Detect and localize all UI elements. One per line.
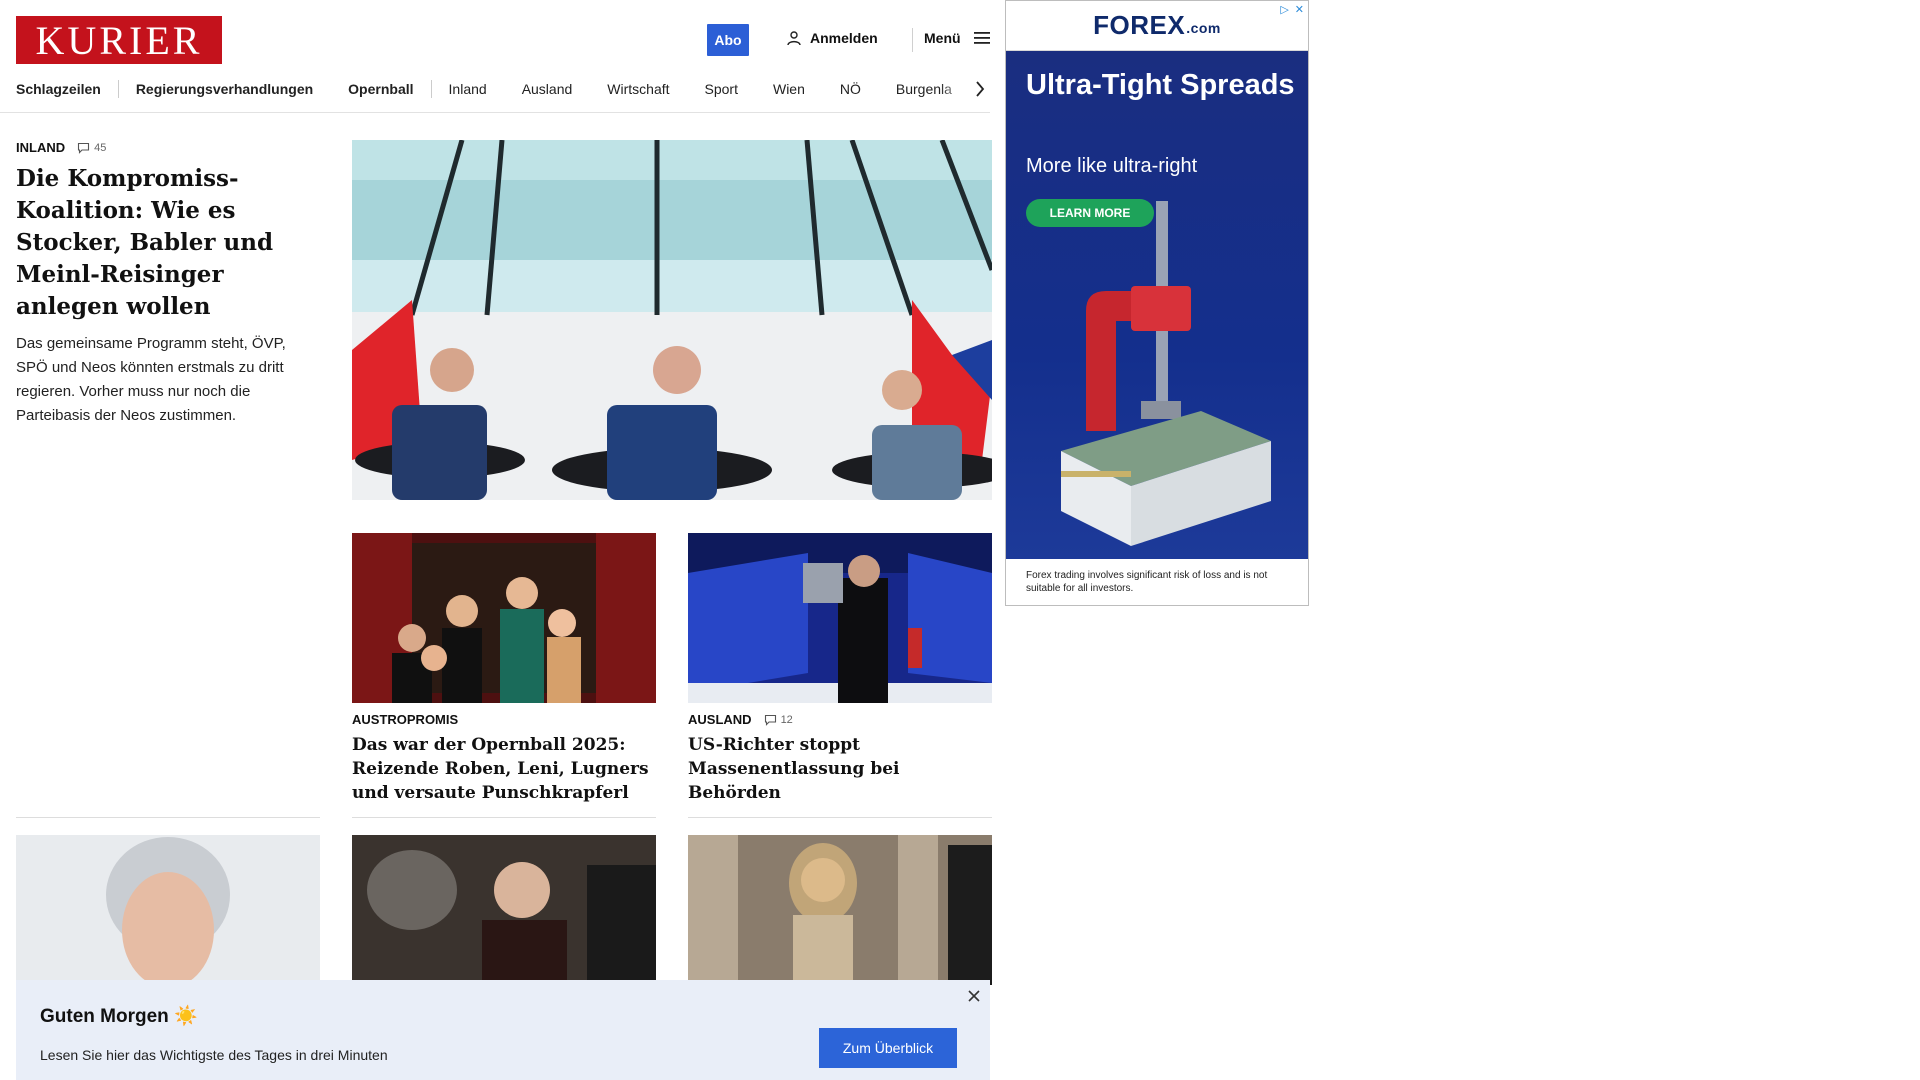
menu-button[interactable]: Menü [924, 30, 991, 46]
nav-item-inland[interactable]: Inland [449, 81, 487, 97]
card-photo-us-richter[interactable] [688, 533, 992, 703]
opernball-image [352, 533, 656, 703]
nav-item-schlagzeilen[interactable]: Schlagzeilen [16, 81, 101, 97]
user-icon [787, 31, 801, 46]
ad-logo[interactable]: FOREX .com [1006, 1, 1308, 51]
row-divider [16, 817, 320, 818]
row-divider [688, 817, 992, 818]
card-photo-portrait[interactable] [16, 835, 320, 985]
ad-close-icon[interactable]: ✕ [1295, 3, 1304, 16]
header-divider-line [0, 112, 990, 113]
ad-brand: FOREX [1093, 10, 1186, 40]
login-label: Anmelden [810, 30, 878, 46]
clamp-money-illustration [1061, 201, 1271, 546]
card-opernball[interactable]: AUSTROPROMIS Das war der Opernball 2025:… [352, 712, 656, 805]
nav-item-ausland[interactable]: Ausland [522, 81, 573, 97]
card-us-richter-category: AUSLAND [688, 712, 752, 727]
opera-staircase-image [688, 835, 992, 985]
menu-label: Menü [924, 30, 961, 46]
ball-guests-image [352, 835, 656, 985]
nav-item-wien[interactable]: Wien [773, 81, 805, 97]
card-photo-opernstiege[interactable] [688, 835, 992, 985]
card-us-richter-comment-count[interactable]: 12 [764, 714, 793, 726]
card-opernball-category: AUSTROPROMIS [352, 712, 459, 727]
ad-brand-suffix: .com [1186, 19, 1221, 36]
nav-item-noe[interactable]: NÖ [840, 81, 861, 97]
portrait-image [16, 835, 320, 985]
nav-item-sport[interactable]: Sport [705, 81, 738, 97]
abo-button[interactable]: Abo [707, 24, 749, 56]
nav-item-opernball[interactable]: Opernball [348, 81, 413, 97]
ad-choices[interactable]: ▷ ✕ [1280, 3, 1304, 16]
ad-subline: More like ultra-right [1026, 155, 1198, 177]
card-opernball-kicker: AUSTROPROMIS [352, 712, 656, 727]
morning-briefing-banner: Guten Morgen ☀️ Lesen Sie hier das Wicht… [16, 980, 990, 1080]
chevron-right-icon[interactable] [974, 80, 986, 98]
nav-separator [430, 80, 432, 98]
press-conference-image [352, 140, 992, 500]
card-photo-ballgaeste[interactable] [352, 835, 656, 985]
login-button[interactable]: Anmelden [786, 30, 878, 46]
nav-item-regierungsverhandlungen[interactable]: Regierungsverhandlungen [136, 81, 313, 97]
cpac-stage-image [688, 533, 992, 703]
card-us-richter[interactable]: AUSLAND 12 US-Richter stoppt Massenentla… [688, 712, 992, 805]
ad-creative[interactable]: Ultra-Tight Spreads More like ultra-righ… [1006, 51, 1308, 559]
close-icon[interactable] [966, 988, 982, 1004]
forex-ad[interactable]: FOREX .com ▷ ✕ Ultra-Tight Spreads More l… [1005, 0, 1309, 606]
briefing-subtitle: Lesen Sie hier das Wichtigste des Tages … [40, 1047, 388, 1063]
nav-separator [117, 80, 119, 98]
lead-photo[interactable] [352, 140, 992, 500]
row-divider [352, 817, 656, 818]
briefing-title: Guten Morgen ☀️ [40, 1006, 198, 1027]
comment-icon [78, 142, 90, 154]
briefing-overview-button[interactable]: Zum Überblick [819, 1028, 957, 1068]
ad-headline: Ultra-Tight Spreads [1026, 69, 1295, 101]
kurier-logo[interactable]: KURIER [16, 16, 222, 64]
header-divider [912, 28, 913, 52]
lead-teaser: Das gemeinsame Programm steht, ÖVP, SPÖ … [16, 335, 286, 424]
lead-headline[interactable]: Die Kompromiss-Koalition: Wie es Stocker… [16, 163, 316, 323]
ad-disclaimer: Forex trading involves significant risk … [1026, 570, 1268, 594]
comment-icon [764, 714, 776, 726]
lead-category: INLAND [16, 140, 66, 155]
card-us-richter-kicker: AUSLAND 12 [688, 712, 992, 727]
lead-article[interactable]: INLAND 45 Die Kompromiss-Koalition: Wie … [16, 140, 316, 428]
card-us-richter-headline[interactable]: US-Richter stoppt Massenentlassung bei B… [688, 733, 992, 805]
lead-comment-count[interactable]: 45 [77, 142, 106, 154]
nav-item-wirtschaft[interactable]: Wirtschaft [607, 81, 669, 97]
card-us-richter-comment-number: 12 [780, 713, 793, 726]
lead-comment-number: 45 [94, 141, 107, 154]
section-nav: Schlagzeilen Regierungsverhandlungen Ope… [16, 78, 988, 100]
lead-kicker: INLAND 45 [16, 140, 316, 155]
card-opernball-headline[interactable]: Das war der Opernball 2025: Reizende Rob… [352, 733, 656, 805]
ad-choices-icon[interactable]: ▷ [1280, 3, 1288, 16]
card-photo-opernball[interactable] [352, 533, 656, 703]
hamburger-icon [973, 32, 990, 44]
